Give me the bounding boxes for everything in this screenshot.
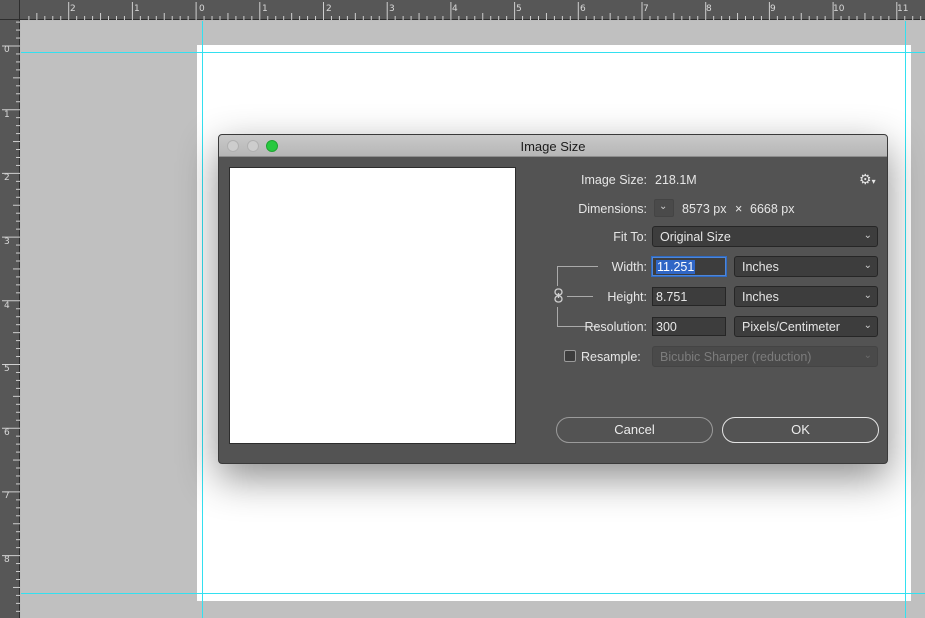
resolution-label: Resolution:	[584, 320, 647, 334]
vertical-ruler-ticks	[2, 21, 20, 612]
width-value: 11.251	[656, 260, 696, 274]
ruler-left-label: 7	[4, 491, 10, 501]
image-size-label: Image Size:	[580, 173, 647, 187]
image-size-dialog: Image Size Image Size: 218.1M ⚙▾ Dimensi…	[218, 134, 888, 464]
vertical-ruler[interactable]	[0, 0, 20, 618]
dialog-title: Image Size	[520, 139, 586, 154]
image-preview[interactable]	[229, 167, 516, 444]
ruler-top-label: 2	[70, 4, 76, 14]
dimensions-width: 8573 px	[682, 202, 727, 216]
dialog-titlebar[interactable]: Image Size	[219, 135, 887, 157]
resample-method-select: Bicubic Sharper (reduction) ⌄	[652, 346, 878, 367]
ruler-top-label: 1	[134, 4, 140, 14]
ok-button[interactable]: OK	[722, 417, 879, 443]
ruler-top-label: 1	[262, 4, 268, 14]
resolution-unit-value: Pixels/Centimeter	[742, 320, 840, 334]
chevron-down-icon: ⌄	[863, 260, 872, 271]
fit-to-value: Original Size	[660, 230, 731, 244]
dimensions-label: Dimensions:	[578, 202, 647, 216]
resolution-field[interactable]: 300	[652, 317, 726, 336]
ruler-left-label: 8	[4, 555, 10, 565]
ruler-top-label: 6	[580, 4, 586, 14]
ruler-top-label: 11	[897, 4, 909, 14]
ruler-top-label: 3	[389, 4, 395, 14]
ruler-left-label: 0	[4, 45, 10, 55]
ruler-left-label: 3	[4, 237, 10, 247]
dimensions-unit-toggle[interactable]: ⌄	[654, 199, 674, 217]
height-value: 8.751	[656, 290, 688, 304]
chevron-down-icon: ⌄	[659, 201, 668, 212]
ruler-top-label: 9	[770, 4, 776, 14]
width-field[interactable]: 11.251	[652, 257, 726, 276]
resample-checkbox[interactable]	[564, 350, 576, 362]
chevron-down-icon: ⌄	[863, 290, 872, 301]
fit-to-label: Fit To:	[613, 230, 647, 244]
ruler-left-label: 5	[4, 364, 10, 374]
ruler-left-label: 1	[4, 110, 10, 120]
gear-icon[interactable]: ⚙▾	[859, 171, 876, 188]
chevron-down-icon: ⌄	[863, 350, 872, 361]
width-unit-value: Inches	[742, 260, 779, 274]
ruler-top-label: 7	[643, 4, 649, 14]
resolution-unit-select[interactable]: Pixels/Centimeter ⌄	[734, 316, 878, 337]
guide-horizontal[interactable]	[21, 52, 925, 53]
ruler-top-label: 4	[452, 4, 458, 14]
guide-horizontal[interactable]	[21, 593, 925, 594]
guide-vertical[interactable]	[202, 21, 203, 618]
height-unit-value: Inches	[742, 290, 779, 304]
ruler-top-label: 10	[833, 4, 845, 14]
width-unit-select[interactable]: Inches ⌄	[734, 256, 878, 277]
height-label: Height:	[607, 290, 647, 304]
ruler-top-label: 2	[326, 4, 332, 14]
fit-to-select[interactable]: Original Size ⌄	[652, 226, 878, 247]
ruler-left-label: 2	[4, 173, 10, 183]
ruler-origin-corner[interactable]	[0, 0, 20, 20]
ruler-top-label: 8	[706, 4, 712, 14]
image-size-value: 218.1M	[655, 173, 697, 187]
ruler-top-label: 0	[199, 4, 205, 14]
resample-label: Resample:	[581, 350, 641, 364]
chevron-down-icon: ⌄	[863, 230, 872, 241]
resolution-value: 300	[656, 320, 677, 334]
height-unit-select[interactable]: Inches ⌄	[734, 286, 878, 307]
dimensions-times: ×	[735, 202, 743, 216]
guide-vertical[interactable]	[905, 21, 906, 618]
dimensions-height: 6668 px	[750, 202, 795, 216]
ruler-top-label: 5	[516, 4, 522, 14]
ruler-left-label: 6	[4, 428, 10, 438]
height-field[interactable]: 8.751	[652, 287, 726, 306]
cancel-button[interactable]: Cancel	[556, 417, 713, 443]
resample-method-value: Bicubic Sharper (reduction)	[660, 350, 812, 364]
chevron-down-icon: ⌄	[863, 320, 872, 331]
width-label: Width:	[611, 260, 647, 274]
ruler-left-label: 4	[4, 301, 10, 311]
